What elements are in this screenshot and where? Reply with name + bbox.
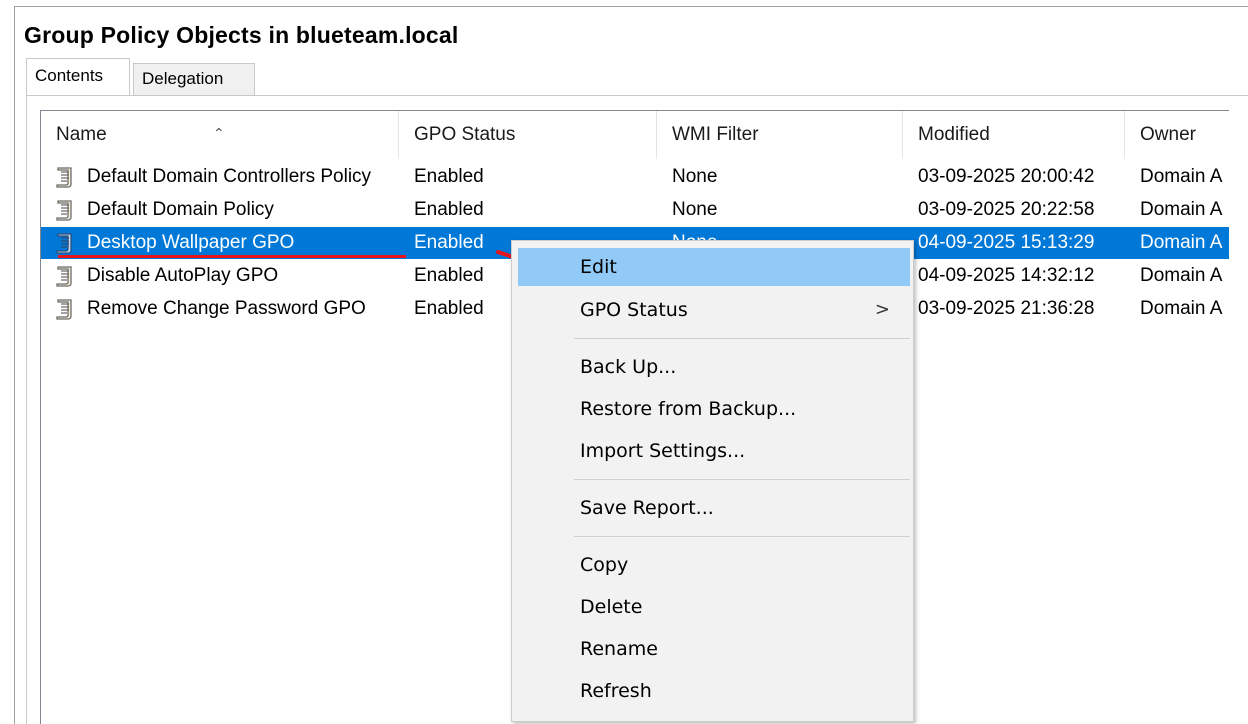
row-modified: 03-09-2025 20:22:58 [918,199,1095,220]
row-modified: 03-09-2025 20:00:42 [918,166,1095,187]
menu-separator [574,479,910,480]
row-modified: 03-09-2025 21:36:28 [918,298,1095,319]
page-title: Group Policy Objects in blueteam.local [24,22,459,48]
row-owner: Domain A [1140,199,1223,220]
menu-item-delete[interactable]: Delete [518,588,910,626]
row-modified: 04-09-2025 14:32:12 [918,265,1095,286]
column-header-gpo-status[interactable]: GPO Status [399,111,657,159]
row-owner: Domain A [1140,166,1223,187]
row-name: Default Domain Policy [87,199,274,220]
row-status: Enabled [414,199,484,220]
row-wmi: None [672,166,718,187]
row-name: Default Domain Controllers Policy [87,166,372,187]
gpo-scroll-icon [56,266,72,287]
row-owner: Domain A [1140,298,1223,319]
gpo-scroll-icon [56,299,72,320]
menu-item-rename[interactable]: Rename [518,630,910,668]
row-wmi: None [672,199,718,220]
menu-item-copy[interactable]: Copy [518,546,910,584]
tab-delegation[interactable]: Delegation [133,63,255,96]
tab-contents[interactable]: Contents [26,58,130,95]
row-name: Remove Change Password GPO [87,298,366,319]
menu-item-import-settings[interactable]: Import Settings... [518,432,910,470]
context-menu: Edit GPO Status > Back Up... Restore fro… [511,240,914,722]
column-header-owner[interactable]: Owner [1125,111,1229,159]
menu-item-restore-from-backup[interactable]: Restore from Backup... [518,390,910,428]
table-row[interactable]: Default Domain Policy Enabled None 03-09… [41,194,1229,226]
gpo-scroll-icon [56,167,72,188]
chevron-right-icon: > [874,299,890,320]
menu-separator [574,338,910,339]
row-owner: Domain A [1140,232,1223,253]
row-name: Disable AutoPlay GPO [87,265,279,286]
menu-item-save-report[interactable]: Save Report... [518,489,910,527]
gpo-scroll-icon [56,233,72,254]
table-row[interactable]: Default Domain Controllers Policy Enable… [41,161,1229,193]
menu-item-gpo-status[interactable]: GPO Status > [518,291,910,329]
menu-item-edit[interactable]: Edit [518,248,910,286]
menu-separator [574,536,910,537]
row-owner: Domain A [1140,265,1223,286]
row-modified: 04-09-2025 15:13:29 [918,232,1095,253]
gpo-scroll-icon [56,200,72,221]
menu-item-back-up[interactable]: Back Up... [518,348,910,386]
sort-ascending-icon: ⌃ [213,125,225,141]
column-header-modified[interactable]: Modified [903,111,1125,159]
column-header-name[interactable]: Name ⌃ [41,111,399,159]
annotation-underline [58,255,406,258]
row-status: Enabled [414,166,484,187]
menu-item-refresh[interactable]: Refresh [518,672,910,710]
column-header-wmi-filter[interactable]: WMI Filter [657,111,903,159]
